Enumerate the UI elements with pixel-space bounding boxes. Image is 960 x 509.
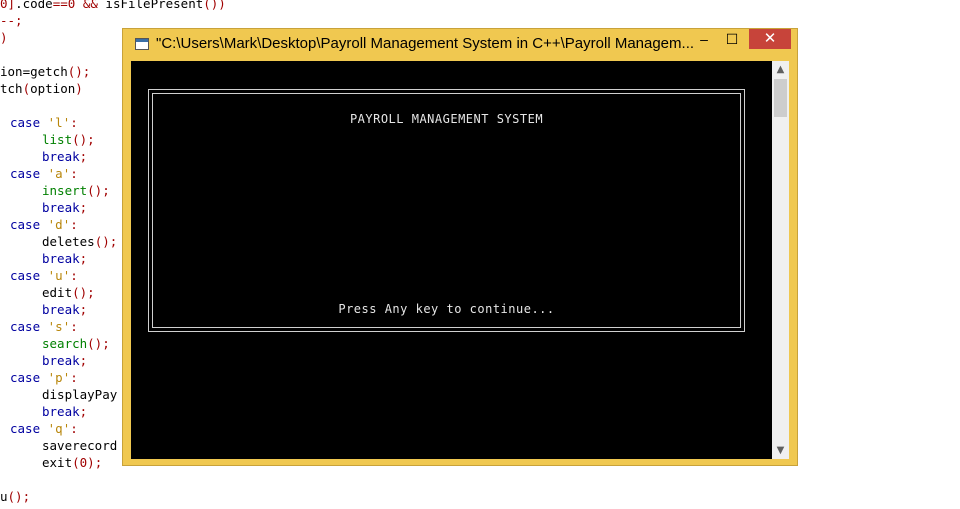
code-line: case 'p': (10, 370, 78, 385)
scroll-up-arrow-icon[interactable]: ▲ (772, 61, 789, 78)
code-line: search(); (42, 336, 110, 351)
code-line: u(); (0, 489, 31, 504)
vertical-scrollbar[interactable]: ▲ ▼ (772, 61, 789, 459)
code-line: 0].code==0 && isFilePresent()) (0, 0, 226, 11)
code-line: case 'a': (10, 166, 78, 181)
code-line: break; (42, 251, 88, 266)
title-bar[interactable]: "C:\Users\Mark\Desktop\Payroll Managemen… (123, 29, 797, 59)
code-line: case 's': (10, 319, 78, 334)
code-line: exit(0); (42, 455, 103, 470)
scroll-down-arrow-icon[interactable]: ▼ (772, 442, 789, 459)
code-line: case 'd': (10, 217, 78, 232)
code-line: tch(option) (0, 81, 83, 96)
code-line: ) (0, 30, 8, 45)
code-line: break; (42, 302, 88, 317)
code-line: insert(); (42, 183, 110, 198)
code-line: displayPay (42, 387, 118, 402)
code-line: case 'u': (10, 268, 78, 283)
code-line: case 'l': (10, 115, 78, 130)
console-frame: PAYROLL MANAGEMENT SYSTEM Press Any key … (148, 89, 745, 332)
scrollbar-thumb[interactable] (774, 79, 787, 117)
console-window[interactable]: "C:\Users\Mark\Desktop\Payroll Managemen… (122, 28, 798, 466)
code-line: case 'q': (10, 421, 78, 436)
console-app-icon[interactable] (135, 38, 149, 50)
window-title: "C:\Users\Mark\Desktop\Payroll Managemen… (156, 35, 695, 52)
code-line: list(); (42, 132, 95, 147)
code-line: break; (42, 404, 88, 419)
code-line: break; (42, 149, 88, 164)
console-heading: PAYROLL MANAGEMENT SYSTEM (349, 112, 544, 126)
continue-prompt: Press Any key to continue... (338, 302, 555, 316)
code-line: deletes(); (42, 234, 118, 249)
code-line: break; (42, 200, 88, 215)
console-output[interactable]: PAYROLL MANAGEMENT SYSTEM Press Any key … (131, 61, 789, 459)
code-line: edit(); (42, 285, 95, 300)
code-line: saverecord (42, 438, 118, 453)
maximize-button[interactable]: ☐ (719, 29, 745, 49)
code-line: --; (0, 13, 23, 28)
code-line: ion=getch(); (0, 64, 91, 79)
minimize-button[interactable]: – (691, 29, 717, 49)
close-button[interactable]: ✕ (749, 29, 791, 49)
code-line: break; (42, 353, 88, 368)
console-frame-inner: PAYROLL MANAGEMENT SYSTEM Press Any key … (152, 93, 741, 328)
